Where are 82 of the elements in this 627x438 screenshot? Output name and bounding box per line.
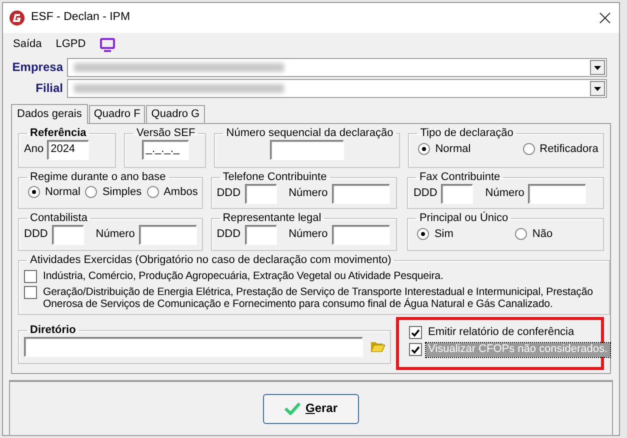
checkbox[interactable] bbox=[409, 343, 422, 356]
radio-option[interactable]: Ambos bbox=[146, 186, 198, 199]
group-title: Número sequencial da declaração bbox=[225, 128, 394, 140]
checkbox-label: Indústria, Comércio, Produção Agropecuária, Extração Vegetal ou Atividade Pesqueira. bbox=[43, 270, 444, 282]
checkbox-label: Visualizar CFOPs não considerados. bbox=[426, 343, 610, 357]
monitor-icon bbox=[100, 38, 115, 52]
group-title: Diretório bbox=[29, 325, 77, 337]
group-title: Atividades Exercidas (Obrigatório no caso de declaração com movimento) bbox=[29, 255, 392, 267]
group-title: Tipo de declaração bbox=[419, 128, 514, 140]
caret-icon bbox=[594, 86, 601, 90]
number-field[interactable] bbox=[332, 184, 390, 204]
checkbox-label: Emitir relatório de conferência bbox=[427, 326, 574, 340]
radio-label: Simples bbox=[102, 186, 142, 199]
ddd-field[interactable] bbox=[52, 224, 84, 245]
check-icon bbox=[284, 402, 302, 416]
caret-icon bbox=[594, 66, 601, 70]
radio-label: Não bbox=[532, 228, 553, 241]
group-title: Contabilista bbox=[29, 213, 88, 225]
radio-button[interactable] bbox=[28, 186, 40, 198]
tab[interactable]: Quadro G bbox=[146, 105, 205, 124]
number-field[interactable] bbox=[332, 224, 390, 245]
tab[interactable]: Dados gerais bbox=[11, 104, 88, 124]
radio-option[interactable]: Não bbox=[515, 228, 553, 241]
radio-option[interactable]: Normal bbox=[418, 142, 471, 156]
radio-label: Normal bbox=[435, 142, 471, 156]
field-label: Ano bbox=[24, 143, 44, 156]
checkbox[interactable] bbox=[24, 270, 37, 283]
radio-button[interactable] bbox=[515, 228, 528, 240]
app-logo-icon bbox=[9, 10, 25, 26]
generate-button[interactable]: Gerar bbox=[263, 394, 359, 424]
dropdown-button[interactable] bbox=[590, 81, 605, 96]
close-icon[interactable] bbox=[599, 12, 611, 24]
group-title: Telefone Contribuinte bbox=[222, 172, 328, 184]
dropdown-button[interactable] bbox=[590, 60, 605, 75]
radio-label: Retificadora bbox=[540, 142, 598, 156]
radio-label: Ambos bbox=[164, 186, 198, 199]
field-label: DDD bbox=[216, 187, 241, 200]
tab[interactable]: Quadro F bbox=[88, 105, 146, 124]
field-label: DDD bbox=[413, 187, 438, 200]
field-label: Número bbox=[485, 187, 524, 200]
field-label: Número bbox=[96, 228, 135, 242]
ddd-field[interactable] bbox=[441, 184, 474, 204]
radio-label: Sim bbox=[434, 228, 454, 241]
radio-option[interactable]: Normal bbox=[28, 186, 80, 199]
group-title: Regime durante o ano base bbox=[29, 172, 167, 184]
radio-label: Normal bbox=[45, 186, 80, 199]
field-label: Filial bbox=[34, 81, 63, 96]
window-title: ESF - Declan - IPM bbox=[31, 11, 132, 25]
radio-option[interactable]: Simples bbox=[85, 186, 142, 199]
number-field[interactable] bbox=[528, 184, 586, 204]
radio-option[interactable]: Sim bbox=[417, 228, 454, 241]
radio-option[interactable]: Retificadora bbox=[522, 142, 598, 156]
checkbox-label: Geração/Distribuição de Energia Elétrica, Prestação de Serviço de Transporte Interestadual e Intermunicipal, Prestação Onerosa de Serviços de Comunicação e Fornecimento para consumo final de Água Natural e Gás Canalizado. bbox=[43, 286, 594, 312]
field-label: Empresa bbox=[11, 60, 63, 75]
directory-field[interactable] bbox=[24, 336, 364, 357]
radio-button[interactable] bbox=[417, 228, 430, 240]
radio-button[interactable] bbox=[146, 186, 159, 198]
field-label: Número bbox=[288, 187, 328, 200]
group-title: Principal ou Único bbox=[418, 213, 510, 225]
group-title: Representante legal bbox=[222, 213, 322, 225]
group-title: Fax Contribuinte bbox=[418, 172, 502, 184]
select-field[interactable] bbox=[67, 79, 607, 98]
number-field[interactable] bbox=[138, 224, 197, 245]
folder-icon[interactable] bbox=[371, 341, 385, 352]
select-field[interactable] bbox=[67, 58, 607, 77]
group-title: Versão SEF bbox=[135, 128, 196, 140]
year-field[interactable]: 2024 bbox=[46, 140, 89, 160]
version-field[interactable]: _._._._ bbox=[142, 140, 189, 160]
field-label: Número bbox=[288, 228, 328, 242]
ddd-field[interactable] bbox=[244, 184, 277, 204]
menu-item[interactable]: LGPD bbox=[56, 38, 86, 52]
radio-button[interactable] bbox=[85, 186, 98, 198]
sequence-field[interactable] bbox=[270, 140, 344, 160]
checkbox[interactable] bbox=[409, 326, 422, 340]
field-label: DDD bbox=[24, 228, 48, 242]
group-title: Referência bbox=[29, 128, 88, 140]
menu-item[interactable]: Saída bbox=[13, 38, 42, 52]
radio-button[interactable] bbox=[418, 143, 430, 156]
checkbox[interactable] bbox=[24, 286, 37, 299]
field-label: DDD bbox=[216, 228, 241, 242]
ddd-field[interactable] bbox=[244, 224, 277, 245]
radio-button[interactable] bbox=[522, 143, 535, 156]
